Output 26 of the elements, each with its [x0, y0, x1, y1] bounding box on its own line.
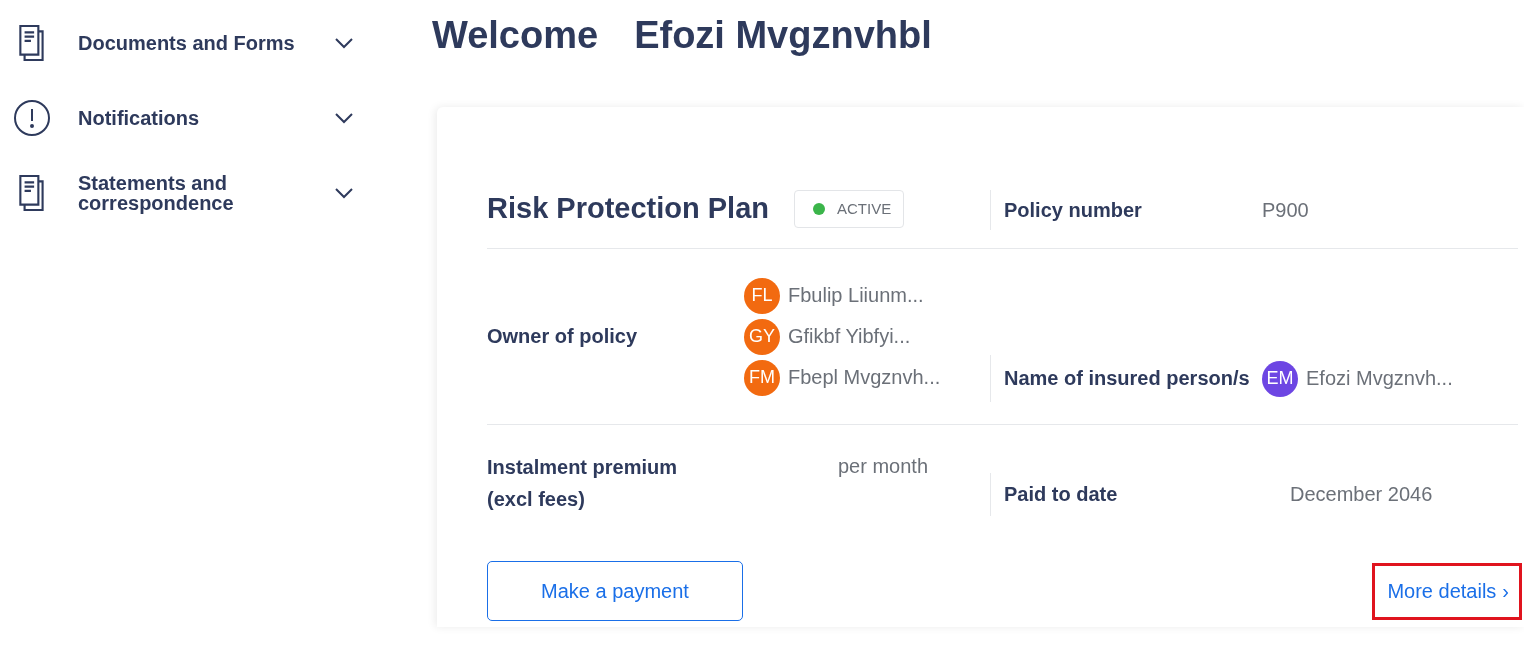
premium-value: per month — [838, 455, 929, 478]
welcome-heading: Welcome — [432, 13, 599, 57]
field-label: Policy number — [1004, 198, 1143, 222]
avatar: FL — [744, 277, 780, 314]
sidebar-item[interactable]: Documents and Forms — [0, 18, 360, 68]
field-label: Name of insured person/s — [1004, 367, 1251, 390]
person-name: Gfikbf Yibfyi... — [788, 325, 911, 348]
user-name: Efozi Mvgznvhbl — [634, 13, 932, 57]
field-label: Paid to date — [1004, 483, 1119, 506]
status-badge: ACTIVE — [794, 189, 905, 228]
person-name: Efozi Mvgznvh... — [1306, 367, 1453, 390]
field-label: Instalment premium (excl fees) — [487, 455, 679, 512]
alert-icon — [14, 100, 50, 136]
paid-date: December 2046 — [1289, 483, 1433, 506]
policy-title: Risk Protection Plan — [487, 192, 769, 225]
person-name: Fbepl Mvgznvh... — [788, 366, 941, 389]
avatar: GY — [744, 318, 780, 355]
make-payment-button[interactable]: Make a payment — [487, 561, 743, 621]
avatar: FM — [744, 359, 780, 396]
avatar: EM — [1262, 360, 1298, 397]
policy-number: P900 — [1262, 198, 1309, 222]
sidebar-item[interactable]: Statements and correspondence — [0, 168, 360, 218]
sidebar-item[interactable]: Notifications — [0, 93, 360, 143]
person-name: Fbulip Liiunm... — [788, 284, 924, 307]
more-details-link[interactable]: More details › — [1372, 562, 1522, 620]
field-label: Owner of policy — [487, 325, 639, 348]
